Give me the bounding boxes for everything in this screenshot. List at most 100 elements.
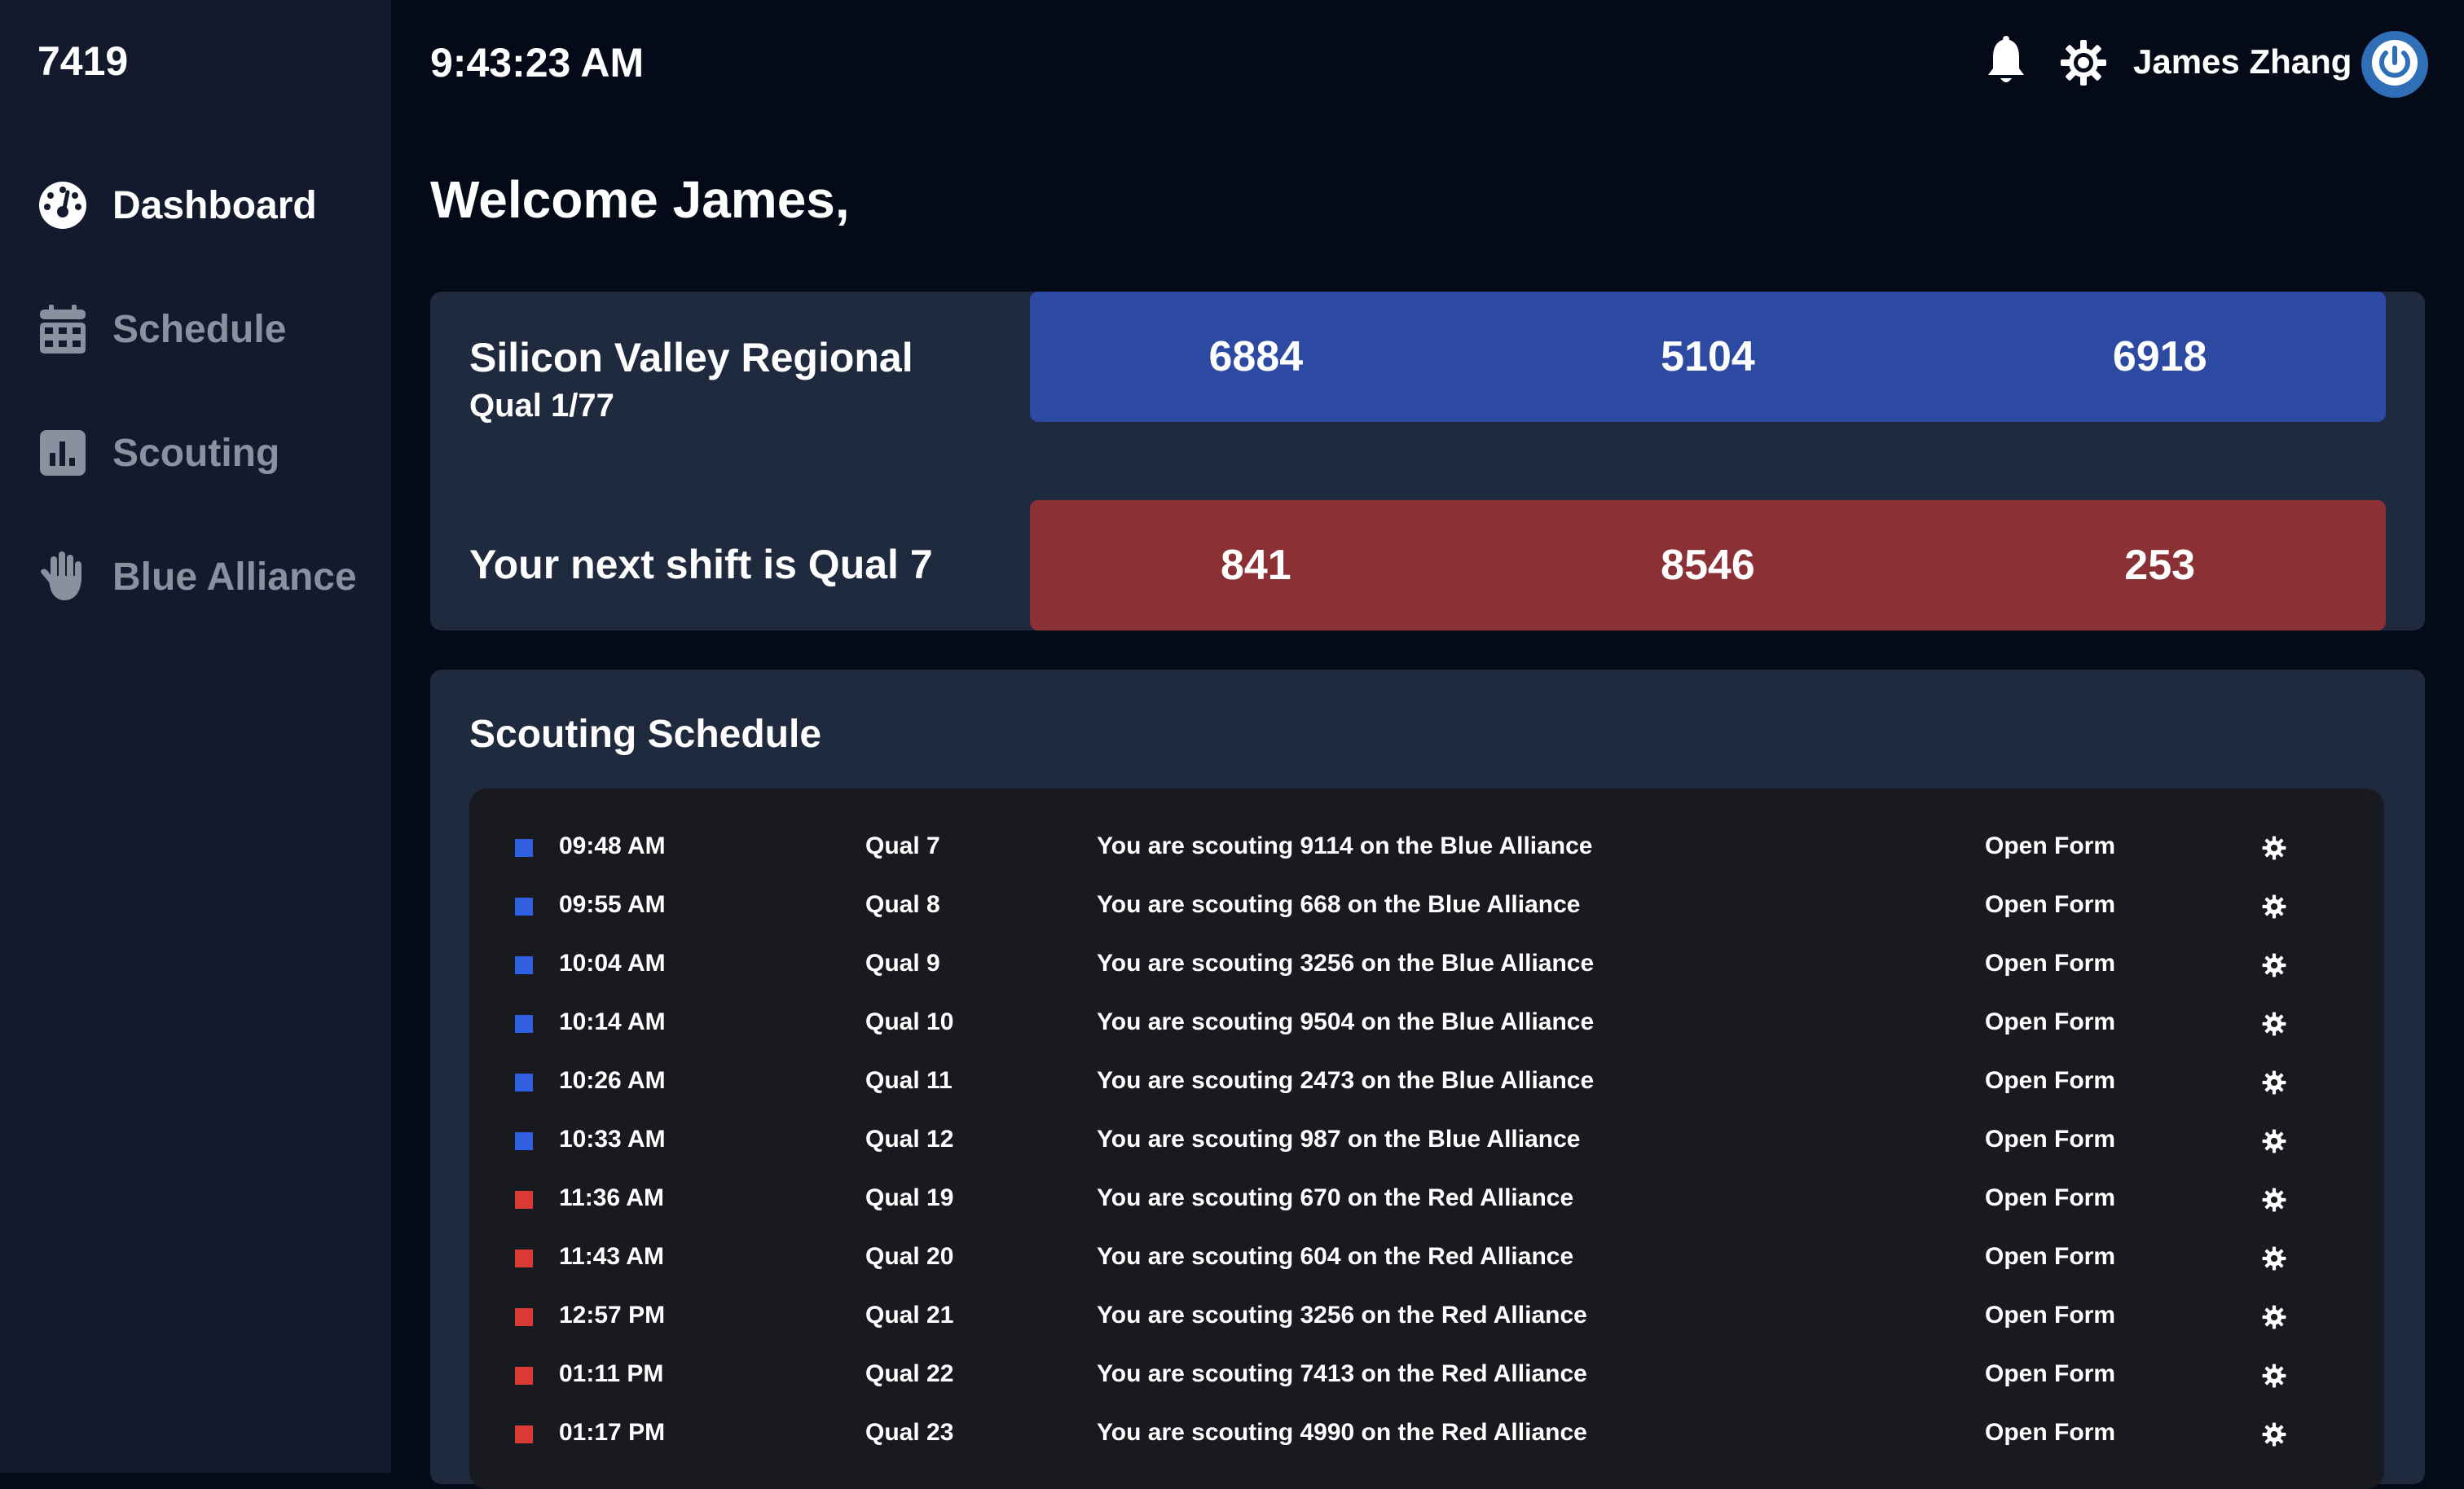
row-description: You are scouting 604 on the Red Alliance — [1097, 1243, 1574, 1270]
red-alliance-team[interactable]: 253 — [1934, 541, 2386, 590]
alliance-marker — [515, 1425, 533, 1443]
sidebar-item-dashboard[interactable]: Dashboard — [37, 173, 317, 238]
row-time: 10:26 AM — [559, 1067, 666, 1094]
sidebar-item-label: Scouting — [112, 431, 280, 475]
blue-alliance-team[interactable]: 6884 — [1030, 332, 1482, 381]
gear-icon[interactable] — [2262, 1246, 2286, 1271]
row-description: You are scouting 3256 on the Red Allianc… — [1097, 1302, 1587, 1329]
gear-icon[interactable] — [2060, 39, 2107, 86]
row-description: You are scouting 2473 on the Blue Allian… — [1097, 1067, 1595, 1094]
open-form-link[interactable]: Open Form — [1985, 832, 2115, 860]
row-match: Qual 21 — [865, 1302, 954, 1329]
row-time: 01:11 PM — [559, 1360, 664, 1387]
alliance-marker — [515, 898, 533, 916]
alliance-marker — [515, 1074, 533, 1091]
row-match: Qual 11 — [865, 1067, 953, 1094]
open-form-link[interactable]: Open Form — [1985, 1419, 2115, 1447]
row-match: Qual 20 — [865, 1243, 954, 1270]
gear-icon[interactable] — [2262, 836, 2286, 860]
schedule-row: 10:33 AM Qual 12 You are scouting 987 on t… — [469, 1111, 2384, 1170]
gear-icon[interactable] — [2262, 1070, 2286, 1095]
row-match: Qual 23 — [865, 1419, 954, 1446]
open-form-link[interactable]: Open Form — [1985, 1126, 2115, 1153]
sidebar-item-label: Schedule — [112, 307, 287, 351]
row-description: You are scouting 670 on the Red Alliance — [1097, 1184, 1574, 1211]
open-form-link[interactable]: Open Form — [1985, 1067, 2115, 1095]
blue-alliance-team[interactable]: 5104 — [1482, 332, 1934, 381]
red-alliance-team[interactable]: 8546 — [1482, 541, 1934, 590]
alliance-marker — [515, 1308, 533, 1326]
gear-icon[interactable] — [2262, 1129, 2286, 1153]
sidebar-item-blue-alliance[interactable]: Blue Alliance — [37, 544, 357, 609]
row-match: Qual 8 — [865, 891, 940, 918]
dashboard-gauge-icon — [37, 180, 88, 231]
sidebar-item-label: Blue Alliance — [112, 555, 357, 599]
calendar-icon — [37, 304, 88, 354]
open-form-link[interactable]: Open Form — [1985, 1360, 2115, 1388]
event-name: Silicon Valley Regional — [469, 335, 913, 380]
row-description: You are scouting 987 on the Blue Allianc… — [1097, 1126, 1581, 1153]
row-description: You are scouting 4990 on the Red Allianc… — [1097, 1419, 1587, 1446]
row-match: Qual 12 — [865, 1126, 954, 1153]
row-description: You are scouting 668 on the Blue Allianc… — [1097, 891, 1581, 918]
row-time: 09:48 AM — [559, 832, 666, 859]
row-time: 10:33 AM — [559, 1126, 666, 1153]
bar-chart-icon — [37, 428, 88, 478]
schedule-row: 01:11 PM Qual 22 You are scouting 7413 on … — [469, 1346, 2384, 1404]
open-form-link[interactable]: Open Form — [1985, 1008, 2115, 1036]
scouting-schedule-table: 09:48 AM Qual 7 You are scouting 9114 on t… — [469, 788, 2384, 1489]
gear-icon[interactable] — [2262, 1188, 2286, 1212]
alliance-marker — [515, 1132, 533, 1150]
sidebar-item-schedule[interactable]: Schedule — [37, 296, 286, 362]
row-time: 11:43 AM — [559, 1243, 664, 1270]
row-time: 12:57 PM — [559, 1302, 666, 1329]
open-form-link[interactable]: Open Form — [1985, 950, 2115, 977]
sidebar-item-scouting[interactable]: Scouting — [37, 420, 279, 485]
row-description: You are scouting 3256 on the Blue Allian… — [1097, 950, 1595, 977]
row-match: Qual 9 — [865, 950, 940, 977]
gear-icon[interactable] — [2262, 894, 2286, 919]
sidebar: 7419 Dashboard Schedule Scouting Blue Al… — [0, 0, 391, 1473]
schedule-row: 10:26 AM Qual 11 You are scouting 2473 on … — [469, 1052, 2384, 1111]
open-form-link[interactable]: Open Form — [1985, 1184, 2115, 1212]
row-time: 10:14 AM — [559, 1008, 666, 1035]
hand-icon — [37, 551, 88, 602]
clock: 9:43:23 AM — [430, 40, 645, 86]
qual-progress: Qual 1/77 — [469, 388, 614, 424]
gear-icon[interactable] — [2262, 1012, 2286, 1036]
blue-alliance-team[interactable]: 6918 — [1934, 332, 2386, 381]
open-form-link[interactable]: Open Form — [1985, 1302, 2115, 1329]
row-match: Qual 19 — [865, 1184, 954, 1211]
team-number: 7419 — [37, 38, 129, 84]
match-card: Silicon Valley Regional Qual 1/77 Your n… — [430, 292, 2425, 630]
scouting-schedule-card: Scouting Schedule 09:48 AM Qual 7 You are … — [430, 670, 2425, 1489]
gear-icon[interactable] — [2262, 1422, 2286, 1447]
row-match: Qual 7 — [865, 832, 940, 859]
gear-icon[interactable] — [2262, 1305, 2286, 1329]
gear-icon[interactable] — [2262, 1364, 2286, 1388]
row-time: 01:17 PM — [559, 1419, 666, 1446]
power-button[interactable] — [2361, 31, 2428, 98]
alliance-marker — [515, 956, 533, 974]
user-name[interactable]: James Zhang — [2133, 42, 2352, 81]
schedule-row: 09:48 AM Qual 7 You are scouting 9114 on t… — [469, 818, 2384, 876]
schedule-row: 10:04 AM Qual 9 You are scouting 3256 on t… — [469, 935, 2384, 994]
row-match: Qual 10 — [865, 1008, 954, 1035]
alliance-marker — [515, 1250, 533, 1267]
red-alliance-bar: 841 8546 253 — [1030, 500, 2386, 630]
alliance-marker — [515, 1191, 533, 1209]
blue-alliance-bar: 6884 5104 6918 — [1030, 292, 2386, 422]
row-time: 09:55 AM — [559, 891, 666, 918]
schedule-row: 09:55 AM Qual 8 You are scouting 668 on th… — [469, 876, 2384, 935]
red-alliance-team[interactable]: 841 — [1030, 541, 1482, 590]
schedule-row: 11:36 AM Qual 19 You are scouting 670 on t… — [469, 1170, 2384, 1228]
next-shift-text: Your next shift is Qual 7 — [469, 542, 933, 587]
alliance-marker — [515, 1367, 533, 1385]
bell-icon[interactable] — [1985, 36, 2027, 85]
power-icon — [2370, 38, 2419, 91]
open-form-link[interactable]: Open Form — [1985, 891, 2115, 919]
gear-icon[interactable] — [2262, 953, 2286, 977]
welcome-heading: Welcome James, — [430, 170, 850, 229]
schedule-row: 10:14 AM Qual 10 You are scouting 9504 on … — [469, 994, 2384, 1052]
open-form-link[interactable]: Open Form — [1985, 1243, 2115, 1271]
